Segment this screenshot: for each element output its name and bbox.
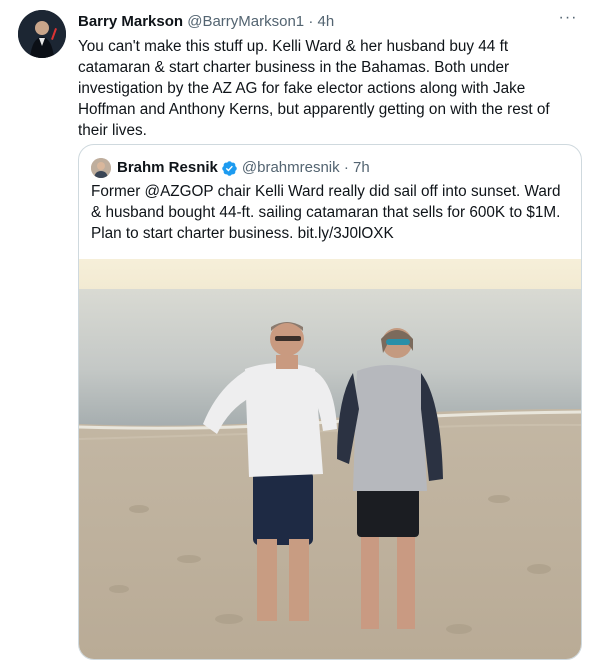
quoted-author-avatar [91,158,111,179]
author-name[interactable]: Barry Markson [78,13,183,30]
quoted-tweet[interactable]: Brahm Resnik @brahmresnik · 7h Former @A… [78,144,582,660]
author-handle[interactable]: @BarryMarkson1 [187,13,304,30]
tweet[interactable]: Barry Markson @BarryMarkson1 · 4h ··· Yo… [0,0,604,667]
more-horizontal-icon[interactable]: ··· [554,8,582,32]
quoted-author-name: Brahm Resnik [117,159,218,177]
quoted-author-handle: @brahmresnik [241,159,340,177]
quoted-tweet-time: 7h [352,159,370,177]
tweet-header: Barry Markson @BarryMarkson1 · 4h [78,12,564,32]
verified-badge-icon [221,160,238,177]
tweet-time[interactable]: 4h [318,13,335,30]
quoted-tweet-header: Brahm Resnik @brahmresnik · 7h [91,157,370,179]
author-avatar[interactable] [18,10,66,58]
tweet-text: You can't make this stuff up. Kelli Ward… [78,38,550,139]
quoted-separator: · [343,159,349,177]
separator: · [308,13,314,30]
quoted-tweet-image[interactable] [79,259,581,659]
quoted-tweet-text: Former @AZGOP chair Kelli Ward really di… [91,183,561,242]
